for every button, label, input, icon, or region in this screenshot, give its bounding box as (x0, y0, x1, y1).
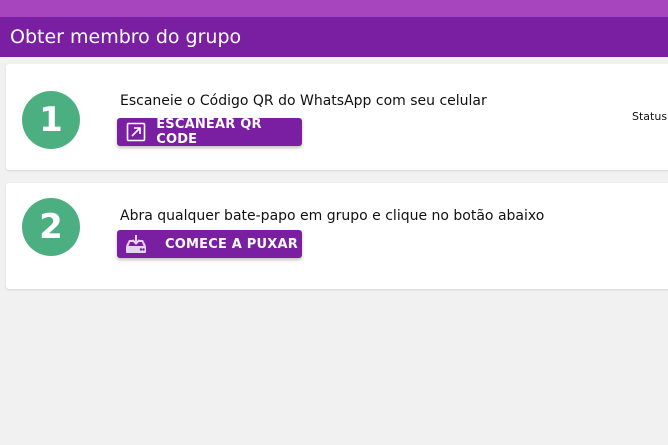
step-instruction: Abra qualquer bate-papo em grupo e cliqu… (120, 208, 545, 224)
step-number-badge: 2 (22, 198, 80, 256)
status-label: Status (632, 110, 668, 123)
start-pulling-button[interactable]: COMECE A PUXAR (117, 230, 302, 258)
page-title: Obter membro do grupo (10, 26, 242, 48)
start-pulling-label: COMECE A PUXAR (165, 236, 298, 252)
scan-qr-code-button[interactable]: ESCANEAR QR CODE (117, 117, 302, 147)
download-tray-icon (125, 233, 147, 255)
step-card-2: 2 Abra qualquer bate-papo em grupo e cli… (6, 183, 668, 289)
step-number-badge: 1 (22, 91, 80, 149)
scan-qr-code-label: ESCANEAR QR CODE (156, 117, 262, 147)
page-header: Obter membro do grupo (0, 17, 668, 57)
top-accent-strip (0, 0, 668, 17)
open-external-icon (125, 121, 146, 143)
step-card-1: 1 Escaneie o Código QR do WhatsApp com s… (6, 64, 668, 170)
step-instruction: Escaneie o Código QR do WhatsApp com seu… (120, 93, 487, 109)
